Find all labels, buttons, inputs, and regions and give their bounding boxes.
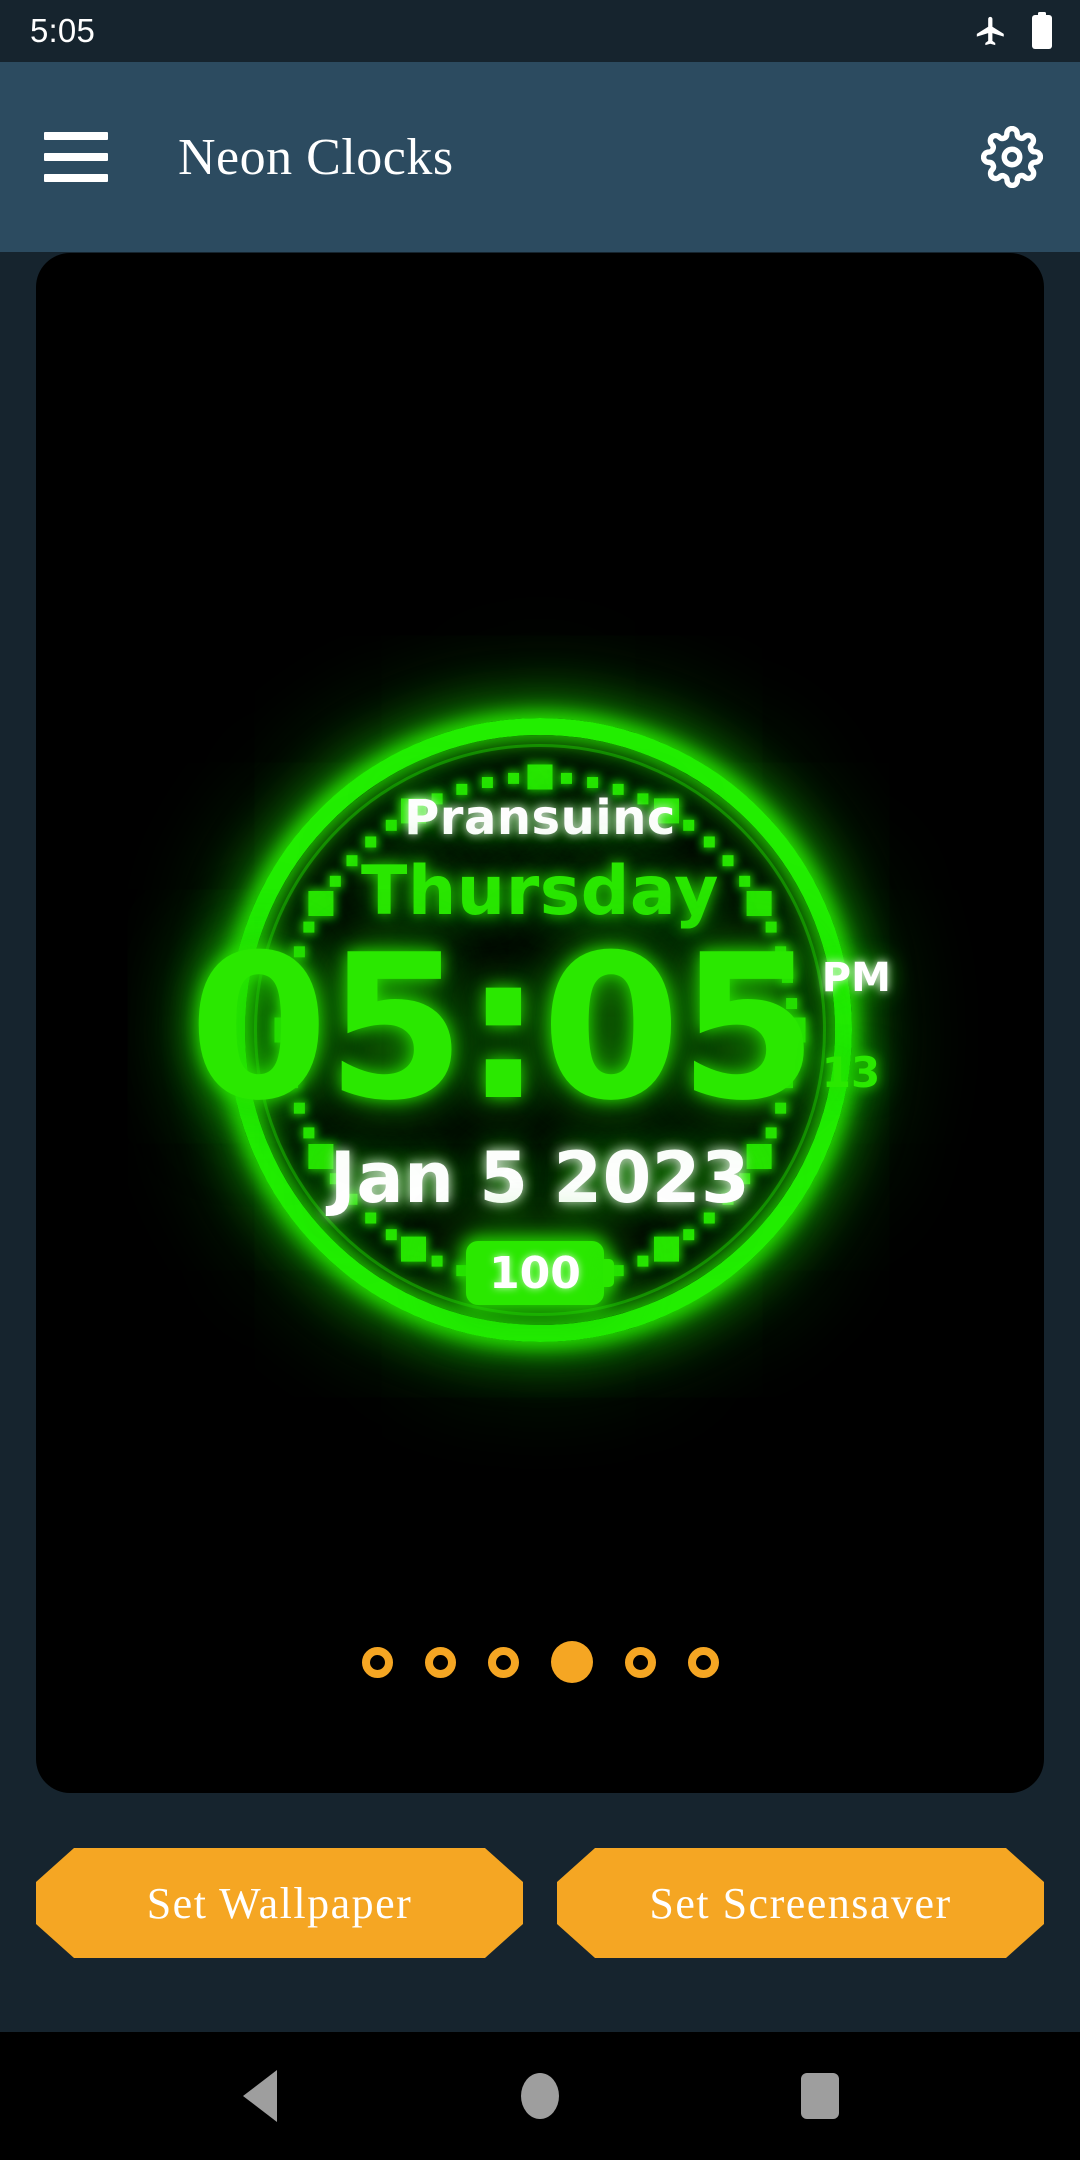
page-indicator <box>36 1641 1044 1683</box>
page-dot[interactable] <box>487 1646 519 1678</box>
home-circle-icon <box>521 2073 559 2119</box>
date-label: Jan 5 2023 <box>329 1137 751 1219</box>
menu-line-3 <box>44 174 108 182</box>
action-button-row: Set Wallpaper Set Screensaver <box>36 1848 1044 1958</box>
page-dot[interactable] <box>361 1646 393 1678</box>
time-value: 05:05 <box>189 912 818 1145</box>
battery-full-icon <box>1030 12 1054 50</box>
status-bar: 5:05 <box>0 0 1080 62</box>
page-title: Neon Clocks <box>178 128 454 186</box>
battery-level-label: 100 <box>489 1247 581 1299</box>
battery-indicator: 100 <box>466 1241 614 1305</box>
airplane-mode-icon <box>974 14 1008 48</box>
back-triangle-icon <box>243 2070 277 2122</box>
menu-line-1 <box>44 132 108 140</box>
set-screensaver-button[interactable]: Set Screensaver <box>557 1848 1044 1958</box>
page-dot-active[interactable] <box>550 1641 593 1683</box>
clock-preview-card[interactable]: Pransuinc Thursday 05:05 PM 13 Jan 5 202… <box>36 253 1044 1793</box>
page-dot[interactable] <box>687 1646 719 1678</box>
status-bar-clock: 5:05 <box>30 12 96 49</box>
set-wallpaper-button[interactable]: Set Wallpaper <box>36 1848 523 1958</box>
gear-icon[interactable] <box>974 119 1050 195</box>
nav-back-button[interactable] <box>215 2051 305 2141</box>
system-navigation-bar <box>0 2032 1080 2160</box>
set-wallpaper-label: Set Wallpaper <box>146 1878 413 1928</box>
menu-line-2 <box>44 153 108 161</box>
seconds-value: 13 <box>821 1048 881 1097</box>
time-side-column: PM 13 <box>822 927 891 1131</box>
time-display: 05:05 PM 13 <box>189 927 891 1131</box>
hamburger-menu-icon[interactable] <box>44 132 108 182</box>
neon-clock-face: Pransuinc Thursday 05:05 PM 13 Jan 5 202… <box>189 718 891 1342</box>
page-dot[interactable] <box>624 1646 656 1678</box>
meridiem-label: PM <box>821 955 891 1001</box>
page-dot[interactable] <box>424 1646 456 1678</box>
nav-home-button[interactable] <box>495 2051 585 2141</box>
battery-cap-shape <box>603 1259 614 1287</box>
app-bar: Neon Clocks <box>0 62 1080 252</box>
clock-readout: Pransuinc Thursday 05:05 PM 13 Jan 5 202… <box>189 718 891 1342</box>
recents-square-icon <box>801 2073 839 2119</box>
brand-label: Pransuinc <box>404 790 676 846</box>
app-screen: 5:05 Neon Clocks Pransuinc Thursday 05:0… <box>0 0 1080 2160</box>
nav-recents-button[interactable] <box>775 2051 865 2141</box>
set-screensaver-label: Set Screensaver <box>649 1878 952 1928</box>
